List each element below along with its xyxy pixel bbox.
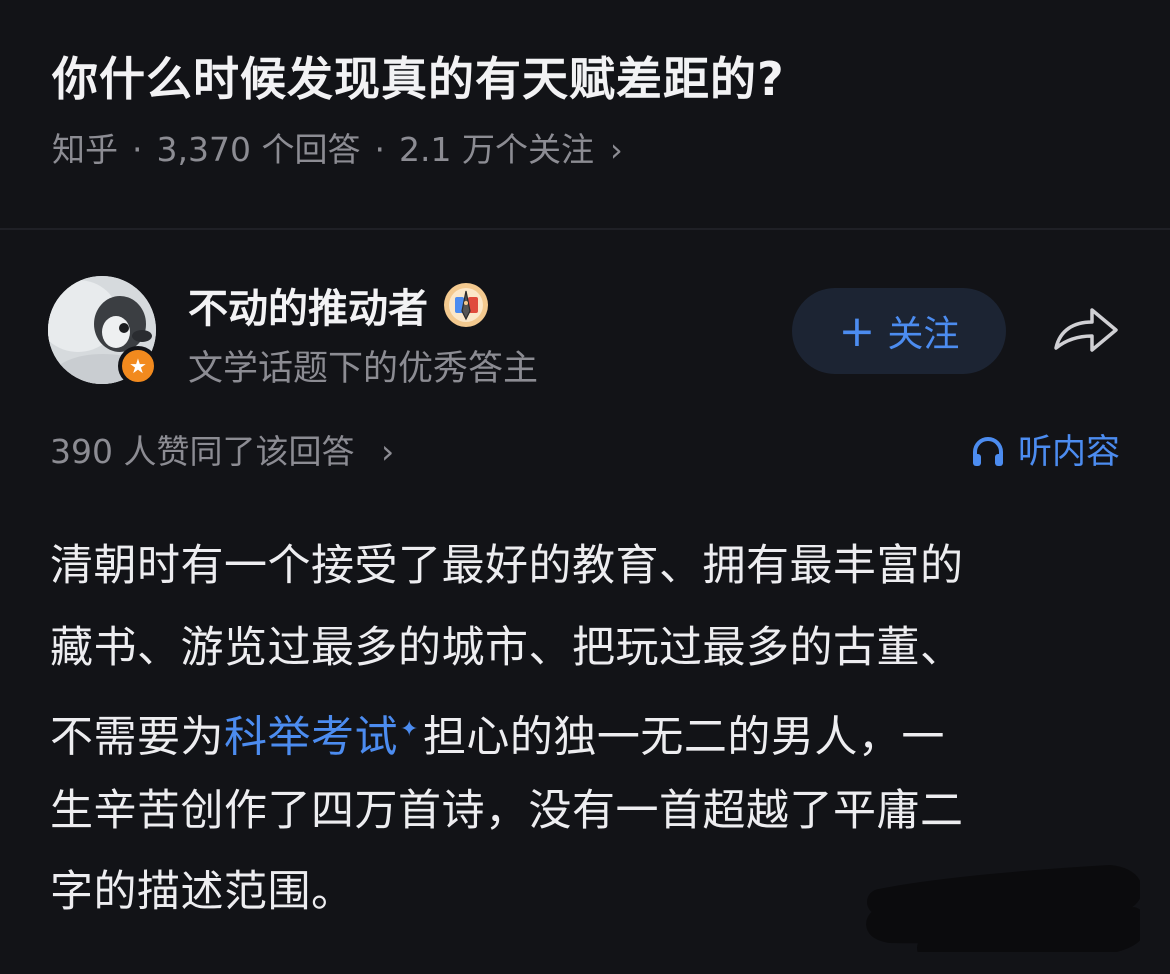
question-meta[interactable]: 知乎 · 3,370 个回答 · 2.1 万个关注 › (52, 130, 1132, 170)
star-badge-icon: ★ (118, 346, 158, 386)
answer-line: 清朝时有一个接受了最好的教育、拥有最丰富的 (50, 541, 964, 591)
source-label: 知乎 (52, 130, 118, 169)
followers-count: 2.1 万个关注 (398, 130, 594, 169)
answers-count: 3,370 个回答 (156, 130, 361, 169)
answer-line: 不需要为科举考试✦担心的独一无二的男人，一 (50, 689, 1125, 771)
answer-text: 不需要为 (50, 712, 224, 763)
follow-label: 关注 (887, 314, 960, 355)
headphones-icon (973, 437, 1003, 466)
author-name-row: 不动的推动者 (188, 278, 538, 332)
author-row: ★ 不动的推动者 文学话题下的优秀答主 + 关注 (48, 276, 1138, 389)
listen-button[interactable]: 听内容 (970, 428, 1120, 476)
author-info: 不动的推动者 文学话题下的优秀答主 (188, 278, 538, 391)
share-arrow-icon[interactable] (1050, 302, 1122, 358)
vote-count[interactable]: 390 人赞同了该回答 › (50, 428, 394, 476)
listen-label: 听内容 (1018, 432, 1120, 472)
author-name[interactable]: 不动的推动者 (188, 276, 428, 334)
section-divider (0, 228, 1170, 230)
plus-icon: + (838, 305, 876, 357)
answer-text: 担心的独一无二的男人，一 (422, 712, 945, 763)
meta-separator: · (374, 130, 385, 169)
votes-row: 390 人赞同了该回答 › 听内容 (50, 428, 1120, 478)
answer-page: 你什么时候发现真的有天赋差距的? 知乎 · 3,370 个回答 · 2.1 万个… (0, 0, 1170, 974)
chevron-right-icon[interactable]: › (610, 130, 623, 170)
answer-line: 藏书、游览过最多的城市、把玩过最多的古董、 (50, 622, 964, 673)
meta-separator: · (132, 130, 143, 169)
chevron-right-icon: › (380, 432, 395, 471)
pen-badge-icon (444, 283, 488, 327)
vote-count-text: 390 人赞同了该回答 (50, 432, 355, 471)
sparkle-icon: ✦ (400, 717, 419, 742)
answer-line: 生辛苦创作了四万首诗，没有一首超越了平庸二 (50, 785, 964, 836)
author-description: 文学话题下的优秀答主 (188, 349, 539, 389)
keyword-link[interactable]: 科举考试 (224, 712, 398, 762)
question-header[interactable]: 你什么时候发现真的有天赋差距的? 知乎 · 3,370 个回答 · 2.1 万个… (52, 50, 1132, 170)
redaction-scribble (866, 865, 1140, 952)
avatar[interactable]: ★ (48, 276, 158, 386)
question-title[interactable]: 你什么时候发现真的有天赋差距的? (52, 50, 1132, 108)
follow-button[interactable]: + 关注 (792, 288, 1006, 374)
